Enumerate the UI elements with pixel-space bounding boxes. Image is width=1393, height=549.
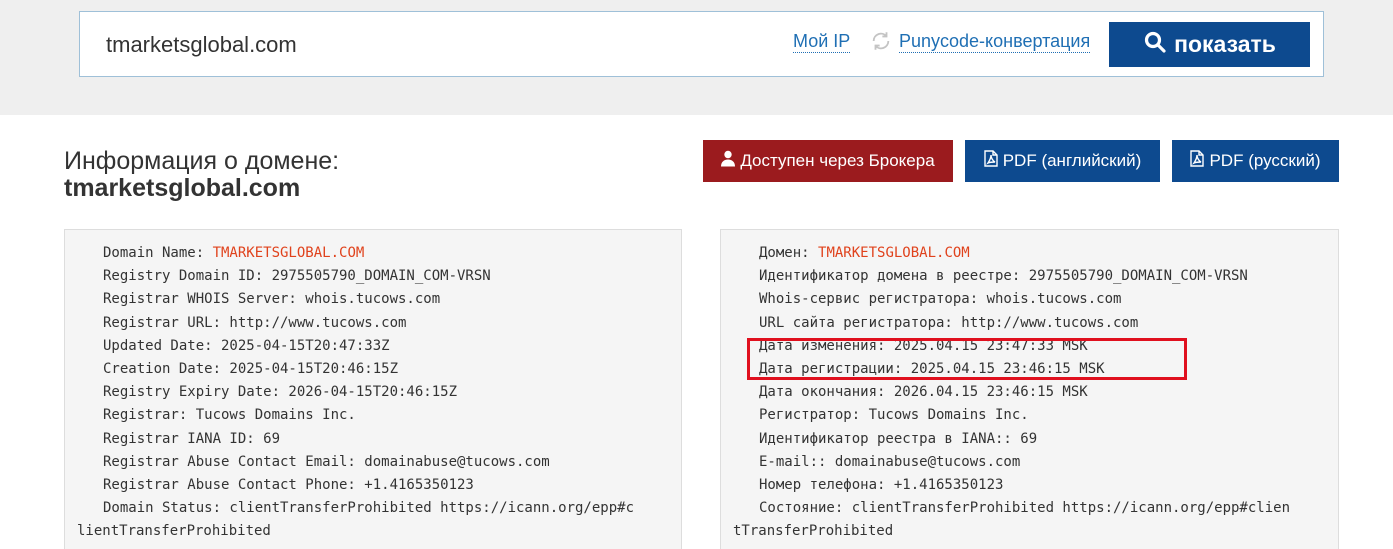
whois-line: Domain Status: clientTransferProhibited … <box>103 500 635 517</box>
whois-label: Domain Name: <box>103 245 213 261</box>
whois-russian-panel: Домен: TMARKETSGLOBAL.COM Идентификатор … <box>720 229 1339 549</box>
whois-line: URL сайта регистратора: http://www.tucow… <box>759 314 1139 331</box>
search-panel: Мой IP Punycode-конвертация показать <box>0 0 1393 115</box>
search-box: Мой IP Punycode-конвертация показать <box>79 11 1324 77</box>
whois-label: Домен: <box>759 245 819 261</box>
broker-button-label: Доступен через Брокера <box>740 151 935 170</box>
whois-line: Creation Date: 2025-04-15T20:46:15Z <box>103 361 399 378</box>
show-button-label: показать <box>1174 31 1276 57</box>
whois-line: Состояние: clientTransferProhibited http… <box>759 500 1291 517</box>
whois-line: Registry Expiry Date: 2026-04-15T20:46:1… <box>103 384 458 401</box>
whois-line: Registrar Abuse Contact Email: domainabu… <box>103 453 550 470</box>
pdf-file-icon <box>1190 150 1205 172</box>
domain-search-input[interactable] <box>106 29 726 61</box>
whois-line-wrap: tTransferProhibited <box>733 523 894 540</box>
whois-line: Whois-сервис регистратора: whois.tucows.… <box>759 291 1122 308</box>
search-icon <box>1143 30 1167 60</box>
whois-line: Registrar IANA ID: 69 <box>103 430 281 447</box>
page-title: Информация о домене: <box>64 147 340 175</box>
whois-line: Registry Domain ID: 2975505790_DOMAIN_CO… <box>103 268 491 285</box>
whois-line: Domain Name: TMARKETSGLOBAL.COM <box>77 242 671 265</box>
my-ip-link[interactable]: Мой IP <box>793 30 851 53</box>
punycode-conversion-link[interactable]: Punycode-конвертация <box>899 30 1091 53</box>
whois-line: Дата регистрации: 2025.04.15 23:46:15 MS… <box>759 361 1105 378</box>
whois-line: Дата окончания: 2026.04.15 23:46:15 MSK <box>759 384 1088 401</box>
whois-line: Дата изменения: 2025.04.15 23:47:33 MSK <box>759 337 1088 354</box>
page-title-domain: tmarketsglobal.com <box>64 174 301 202</box>
whois-line: Registrar WHOIS Server: whois.tucows.com <box>103 291 441 308</box>
refresh-icon <box>870 30 892 52</box>
whois-line: E-mail:: domainabuse@tucows.com <box>759 453 1021 470</box>
whois-line: Registrar URL: http://www.tucows.com <box>103 314 407 331</box>
user-icon <box>721 150 736 172</box>
whois-line: Registrar Abuse Contact Phone: +1.416535… <box>103 477 474 494</box>
whois-domain-value: TMARKETSGLOBAL.COM <box>818 245 970 261</box>
whois-line: Идентификатор реестра в IANA:: 69 <box>759 430 1038 447</box>
show-button[interactable]: показать <box>1109 22 1310 67</box>
pdf-russian-button[interactable]: PDF (русский) <box>1172 140 1339 182</box>
pdf-english-label: PDF (английский) <box>1002 151 1142 170</box>
whois-line: Домен: TMARKETSGLOBAL.COM <box>733 242 1328 265</box>
pdf-file-icon <box>984 150 998 172</box>
whois-line: Updated Date: 2025-04-15T20:47:33Z <box>103 337 390 354</box>
pdf-russian-label: PDF (русский) <box>1209 151 1321 170</box>
whois-domain-value: TMARKETSGLOBAL.COM <box>212 245 365 261</box>
whois-line: Регистратор: Tucows Domains Inc. <box>759 407 1029 424</box>
broker-button[interactable]: Доступен через Брокера <box>703 140 953 182</box>
whois-line-wrap: lientTransferProhibited <box>77 523 271 540</box>
pdf-english-button[interactable]: PDF (английский) <box>965 140 1160 182</box>
whois-line: Идентификатор домена в реестре: 29755057… <box>759 268 1248 285</box>
whois-line: Номер телефона: +1.4165350123 <box>759 477 1004 494</box>
whois-english-panel: Domain Name: TMARKETSGLOBAL.COM Registry… <box>64 229 682 549</box>
whois-line: Registrar: Tucows Domains Inc. <box>103 407 356 424</box>
